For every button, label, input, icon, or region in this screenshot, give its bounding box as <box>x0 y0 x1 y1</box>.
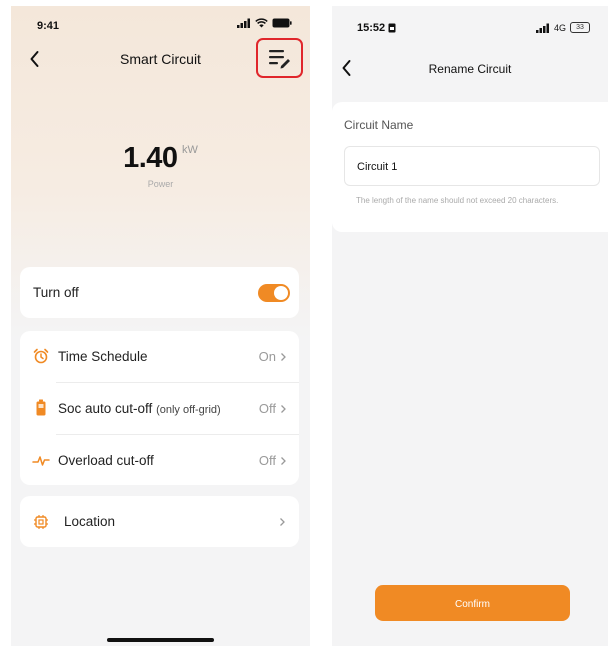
soc-cutoff-row[interactable]: Soc auto cut-off (only off-grid) Off <box>20 383 299 434</box>
location-label: Location <box>64 514 116 529</box>
chevron-right-icon <box>280 518 285 526</box>
settings-card: Time Schedule On Soc auto cut-off (only … <box>20 331 299 485</box>
signal-icon <box>536 23 549 33</box>
chevron-right-icon <box>281 404 286 413</box>
overload-cutoff-value-wrap: Off <box>259 453 287 468</box>
chevron-right-icon <box>281 456 286 465</box>
power-unit: kW <box>182 144 198 156</box>
soc-cutoff-value-wrap: Off <box>259 401 287 416</box>
battery-icon <box>272 18 292 28</box>
time-schedule-row[interactable]: Time Schedule On <box>20 331 299 382</box>
signal-icon <box>237 18 250 28</box>
soc-cutoff-value: Off <box>258 401 276 416</box>
edit-button[interactable] <box>256 38 303 78</box>
sim-icon <box>388 23 396 33</box>
turn-off-label: Turn off <box>33 285 79 300</box>
location-row[interactable]: Location <box>20 496 299 547</box>
chevron-right-icon <box>281 352 286 361</box>
circuit-name-field[interactable]: Circuit 1 <box>344 146 600 186</box>
power-label: Power <box>147 179 174 189</box>
confirm-label: Confirm <box>454 599 490 610</box>
page-title: Rename Circuit <box>428 62 512 76</box>
time-schedule-value: On <box>258 349 276 364</box>
name-card: Circuit Name Circuit 1 The length of the… <box>332 102 608 232</box>
status-time: 15:52 <box>357 22 386 34</box>
status-time: 9:41 <box>37 20 60 32</box>
soc-cutoff-sub: (only off-grid) <box>156 404 221 416</box>
overload-cutoff-row[interactable]: Overload cut-off Off <box>20 435 299 485</box>
pulse-icon <box>32 456 50 466</box>
battery-level-icon <box>36 399 46 416</box>
soc-cutoff-label-wrap: Soc auto cut-off (only off-grid) <box>58 401 221 416</box>
soc-cutoff-label: Soc auto cut-off <box>58 401 153 416</box>
circuit-name-value: Circuit 1 <box>357 161 398 173</box>
time-schedule-value-wrap: On <box>259 349 287 364</box>
status-icons <box>237 18 292 28</box>
power-display: 1.40 kW <box>11 142 310 175</box>
battery-icon: 33 <box>570 22 591 33</box>
turn-off-toggle[interactable] <box>258 284 290 302</box>
time-schedule-label: Time Schedule <box>58 349 148 364</box>
turn-off-card: Turn off <box>20 267 299 318</box>
status-left: 15:52 <box>357 22 396 34</box>
status-icons: 4G 33 <box>536 22 591 33</box>
alarm-clock-icon <box>33 348 49 364</box>
network-type: 4G <box>554 22 567 33</box>
overload-cutoff-value: Off <box>258 453 276 468</box>
overload-cutoff-label: Overload cut-off <box>58 453 154 468</box>
name-hint: The length of the name should not exceed… <box>356 196 559 205</box>
power-value: 1.40 <box>123 142 178 174</box>
list-edit-icon <box>269 50 290 69</box>
rename-circuit-screen: 15:52 4G 33 Rename Circuit Circuit Name … <box>332 6 608 646</box>
battery-level: 33 <box>576 24 584 31</box>
confirm-button[interactable]: Confirm <box>375 585 570 621</box>
home-indicator <box>107 638 214 642</box>
section-label: Circuit Name <box>344 118 414 132</box>
smart-circuit-screen: 9:41 Smart Circuit 1.40 kW Power Turn of… <box>11 6 310 646</box>
chip-icon <box>34 515 48 529</box>
wifi-icon <box>255 18 268 28</box>
